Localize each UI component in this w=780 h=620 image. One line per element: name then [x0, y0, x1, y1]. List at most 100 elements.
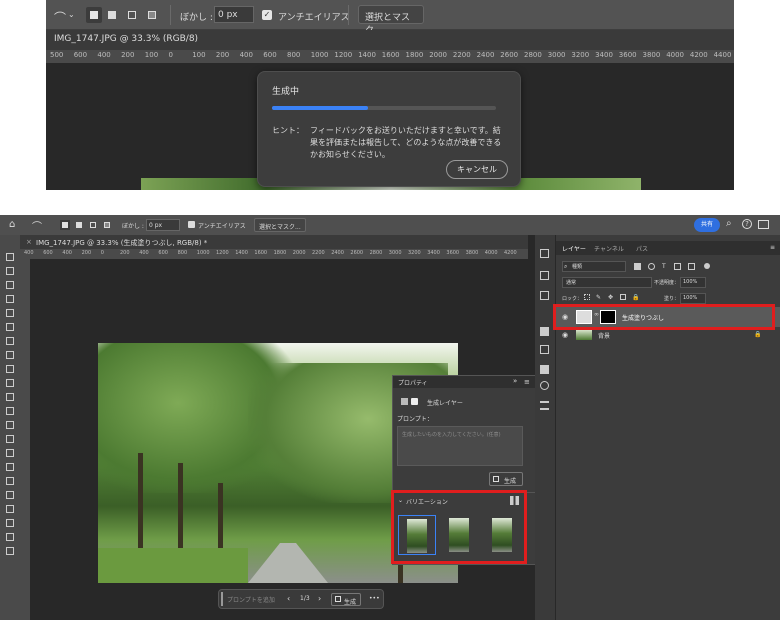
filter-toggle-icon[interactable]	[704, 263, 710, 269]
marquee-tool-icon[interactable]	[6, 267, 14, 275]
tab-paths[interactable]: パス	[636, 244, 648, 253]
lock-all-icon[interactable]: 🔒	[632, 294, 639, 301]
filter-adjust-icon[interactable]	[648, 263, 655, 270]
antialias-checkbox[interactable]	[188, 221, 195, 228]
brush-settings-icon[interactable]	[540, 345, 549, 354]
share-button[interactable]: 共有	[694, 218, 720, 232]
zoom-tool-icon[interactable]	[6, 533, 14, 541]
variations-label: バリエーション	[406, 499, 448, 506]
chevron-left-icon[interactable]: ‹	[287, 594, 290, 603]
panel-menu-icon[interactable]: ≡	[770, 244, 775, 251]
layer-highlight	[553, 304, 775, 330]
more-tool-icon[interactable]	[6, 547, 14, 555]
chevron-right-icon[interactable]: ›	[318, 594, 321, 603]
eraser-tool-icon[interactable]	[6, 407, 14, 415]
lock-transparent-icon[interactable]	[584, 294, 590, 300]
crop-tool-icon[interactable]	[6, 309, 14, 317]
library-icon[interactable]	[540, 365, 549, 374]
search-icon: ⌕	[564, 263, 568, 270]
ruler-tick: 400	[139, 250, 149, 256]
brush-tool-icon[interactable]	[6, 365, 14, 373]
ruler-tick: 1000	[196, 250, 210, 256]
select-and-mask-button[interactable]: 選択とマスク...	[358, 5, 424, 36]
ruler-tick: 4000	[484, 250, 498, 256]
dodge-tool-icon[interactable]	[6, 449, 14, 457]
fill-label: 塗り：	[664, 296, 680, 302]
eyedropper-tool-icon[interactable]	[6, 337, 14, 345]
blur-input[interactable]: 0 px	[214, 6, 254, 23]
filter-type-icon[interactable]: T	[662, 263, 666, 270]
help-icon[interactable]: ?	[742, 219, 752, 229]
lasso-icon[interactable]: ⌒	[32, 218, 42, 233]
quick-select-tool-icon[interactable]	[6, 295, 14, 303]
subtract-selection-icon[interactable]	[90, 222, 96, 228]
document-tab[interactable]: IMG_1747.JPG @ 33.3% (生成塗りつぶし, RGB/8) *	[36, 238, 207, 248]
new-selection-icon[interactable]	[60, 220, 70, 230]
chevron-down-icon[interactable]: ⌄	[68, 10, 75, 19]
lock-position-icon[interactable]: ✥	[608, 294, 613, 301]
intersect-selection-icon[interactable]	[148, 11, 156, 19]
search-icon[interactable]: ⌕	[726, 218, 732, 229]
healing-tool-icon[interactable]	[6, 351, 14, 359]
grid-view-icon[interactable]	[510, 496, 519, 505]
color-icon[interactable]	[540, 291, 549, 300]
adjustments-icon[interactable]	[540, 381, 549, 390]
prompt-textarea[interactable]: 生成したいものを入力してください。(任意)	[397, 426, 523, 466]
ruler-tick: 2200	[312, 250, 325, 256]
new-selection-icon[interactable]	[86, 7, 102, 23]
filter-smart-icon[interactable]	[688, 263, 695, 270]
gradient-tool-icon[interactable]	[6, 421, 14, 429]
antialias-checkbox[interactable]: ✓	[262, 10, 272, 20]
add-selection-icon[interactable]	[108, 11, 116, 19]
prompt-input[interactable]: プロンプトを追加	[227, 595, 275, 604]
hand-tool-icon[interactable]	[6, 519, 14, 527]
lasso-icon[interactable]: ⌒	[54, 9, 66, 26]
fill-input[interactable]: 100%	[680, 293, 706, 304]
tab-layers[interactable]: レイヤー	[562, 244, 586, 253]
subtract-selection-icon[interactable]	[128, 11, 136, 19]
intersect-selection-icon[interactable]	[104, 222, 110, 228]
workspace-icon[interactable]	[758, 220, 769, 229]
document-tab[interactable]: IMG_1747.JPG @ 33.3% (RGB/8)	[54, 34, 198, 44]
blur-tool-icon[interactable]	[6, 435, 14, 443]
lasso-tool-icon[interactable]	[6, 281, 14, 289]
blur-input[interactable]: 0 px	[146, 219, 180, 231]
filter-kind-select[interactable]: 種類	[562, 261, 626, 272]
add-selection-icon[interactable]	[76, 222, 82, 228]
filter-shape-icon[interactable]	[674, 263, 681, 270]
type-tool-icon[interactable]	[6, 477, 14, 485]
variation-thumb[interactable]	[492, 518, 512, 552]
variation-thumb[interactable]	[449, 518, 469, 552]
tab-channels[interactable]: チャンネル	[594, 244, 624, 253]
stamp-tool-icon[interactable]	[6, 379, 14, 387]
rectangle-tool-icon[interactable]	[6, 505, 14, 513]
layers-icon[interactable]	[540, 327, 549, 336]
adjust-icon[interactable]	[540, 271, 549, 280]
filter-pixel-icon[interactable]	[634, 263, 641, 270]
layer-row-background[interactable]: ◉ 背景 🔒	[556, 329, 780, 341]
close-icon[interactable]: ×	[26, 238, 32, 246]
move-tool-icon[interactable]	[6, 253, 14, 261]
lock-pixels-icon[interactable]: ✎	[596, 294, 601, 301]
history-tool-icon[interactable]	[6, 393, 14, 401]
collapse-icon[interactable]: »	[513, 377, 517, 385]
eye-icon[interactable]: ◉	[562, 331, 568, 339]
frame-tool-icon[interactable]	[6, 323, 14, 331]
select-and-mask-button[interactable]: 選択とマスク...	[254, 218, 306, 232]
layers-tab-bar	[556, 241, 780, 255]
cancel-button[interactable]: キャンセル	[446, 160, 508, 179]
variation-thumb-selected[interactable]	[398, 515, 436, 555]
opacity-input[interactable]: 100%	[680, 277, 706, 288]
home-icon[interactable]: ⌂	[9, 219, 15, 230]
drag-handle[interactable]	[221, 592, 223, 606]
properties-icon[interactable]	[540, 401, 549, 410]
path-select-tool-icon[interactable]	[6, 491, 14, 499]
blend-mode-select[interactable]: 通常	[562, 277, 652, 288]
chevron-down-icon[interactable]: ⌄	[398, 497, 403, 504]
lock-artboard-icon[interactable]	[620, 294, 626, 300]
panel-menu-icon[interactable]: ≡	[524, 378, 530, 386]
ruler-tick: 4200	[504, 250, 517, 256]
history-icon[interactable]	[540, 249, 549, 258]
pen-tool-icon[interactable]	[6, 463, 14, 471]
more-button[interactable]: •••	[369, 595, 380, 602]
